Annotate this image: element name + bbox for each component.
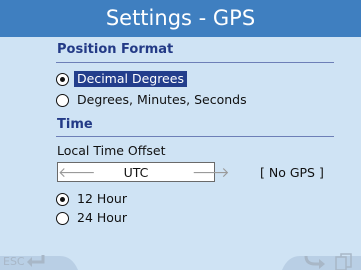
ok-button[interactable]	[303, 252, 329, 270]
copy-pages-icon	[335, 253, 352, 270]
settings-gps-screen: Settings - GPS Position Format Decimal D…	[0, 0, 361, 270]
time-divider	[56, 136, 334, 137]
return-arrow-icon	[26, 255, 45, 267]
decimal-degrees-label[interactable]: Decimal Degrees	[74, 71, 187, 87]
arrow-right-icon[interactable]: 🡒	[192, 164, 230, 181]
esc-button[interactable]: ESC	[0, 252, 47, 270]
time-offset-spinner[interactable]: 🡐 UTC 🡒	[57, 162, 230, 182]
bottom-toolbar: ESC	[0, 252, 361, 270]
radio-degrees-minutes-seconds[interactable]: Degrees, Minutes, Seconds	[56, 91, 250, 109]
gps-status: [ No GPS ]	[260, 165, 324, 180]
position-format-heading: Position Format	[57, 42, 174, 57]
radio-button[interactable]	[56, 211, 69, 225]
offset-value: UTC	[123, 164, 149, 180]
degrees-minutes-seconds-label[interactable]: Degrees, Minutes, Seconds	[74, 92, 250, 108]
arrow-left-icon[interactable]: 🡐	[58, 164, 96, 181]
title-bar: Settings - GPS	[0, 0, 361, 37]
radio-button-checked[interactable]	[56, 192, 69, 206]
curved-arrow-icon	[304, 255, 325, 269]
esc-label: ESC	[3, 254, 25, 268]
page-title: Settings - GPS	[105, 6, 256, 30]
radio-12-hour[interactable]: 12 Hour	[56, 190, 130, 208]
12-hour-label[interactable]: 12 Hour	[74, 191, 130, 207]
radio-24-hour[interactable]: 24 Hour	[56, 209, 130, 227]
radio-button[interactable]	[56, 93, 69, 107]
radio-decimal-degrees[interactable]: Decimal Degrees	[56, 70, 187, 88]
local-time-offset-label: Local Time Offset	[57, 143, 166, 158]
24-hour-label[interactable]: 24 Hour	[74, 210, 130, 226]
position-format-divider	[56, 62, 334, 63]
copy-button[interactable]	[333, 252, 355, 270]
time-heading: Time	[57, 117, 93, 132]
radio-button-checked[interactable]	[56, 72, 69, 86]
